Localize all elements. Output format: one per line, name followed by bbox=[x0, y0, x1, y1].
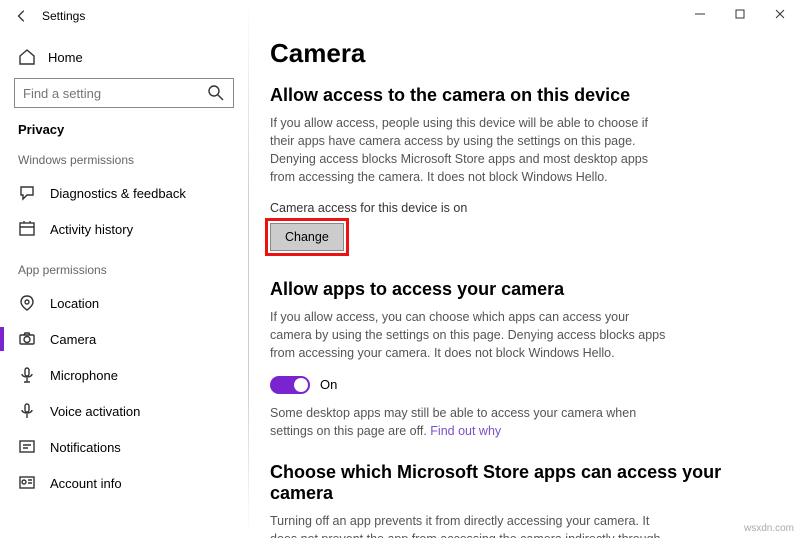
device-access-status: Camera access for this device is on bbox=[270, 201, 772, 215]
find-out-why-link[interactable]: Find out why bbox=[430, 424, 501, 438]
search-icon bbox=[207, 84, 225, 102]
nav-label: Diagnostics & feedback bbox=[50, 186, 186, 201]
section-allow-apps-desc: If you allow access, you can choose whic… bbox=[270, 308, 670, 362]
nav-activity-history[interactable]: Activity history bbox=[14, 211, 234, 247]
page-title: Camera bbox=[270, 38, 772, 69]
toggle-state-label: On bbox=[320, 377, 337, 392]
nav-microphone[interactable]: Microphone bbox=[14, 357, 234, 393]
nav-voice-activation[interactable]: Voice activation bbox=[14, 393, 234, 429]
nav-label: Location bbox=[50, 296, 99, 311]
divider bbox=[248, 0, 249, 538]
voice-icon bbox=[18, 402, 36, 420]
desktop-apps-note: Some desktop apps may still be able to a… bbox=[270, 404, 670, 440]
window-title: Settings bbox=[42, 9, 85, 23]
nav-account-info[interactable]: Account info bbox=[14, 465, 234, 501]
section-store-apps-desc: Turning off an app prevents it from dire… bbox=[270, 512, 670, 538]
nav-label: Notifications bbox=[50, 440, 121, 455]
notifications-icon bbox=[18, 438, 36, 456]
change-button[interactable]: Change bbox=[270, 223, 344, 251]
nav-label: Account info bbox=[50, 476, 122, 491]
section-allow-device: Allow access to the camera on this devic… bbox=[270, 85, 772, 106]
search-input[interactable] bbox=[23, 86, 207, 101]
nav-label: Activity history bbox=[50, 222, 133, 237]
main-content: Camera Allow access to the camera on thi… bbox=[248, 32, 800, 538]
home-nav[interactable]: Home bbox=[18, 48, 234, 66]
close-button[interactable] bbox=[760, 0, 800, 28]
group-app-permissions: App permissions bbox=[18, 263, 234, 277]
home-label: Home bbox=[48, 50, 83, 65]
nav-label: Voice activation bbox=[50, 404, 140, 419]
camera-icon bbox=[18, 330, 36, 348]
nav-label: Microphone bbox=[50, 368, 118, 383]
search-box[interactable] bbox=[14, 78, 234, 108]
nav-location[interactable]: Location bbox=[14, 285, 234, 321]
sidebar: Home Privacy Windows permissions Diagnos… bbox=[0, 32, 248, 538]
maximize-button[interactable] bbox=[720, 0, 760, 28]
section-allow-apps: Allow apps to access your camera bbox=[270, 279, 772, 300]
nav-label: Camera bbox=[50, 332, 96, 347]
apps-access-toggle[interactable] bbox=[270, 376, 310, 394]
location-icon bbox=[18, 294, 36, 312]
section-store-apps: Choose which Microsoft Store apps can ac… bbox=[270, 462, 772, 504]
nav-notifications[interactable]: Notifications bbox=[14, 429, 234, 465]
history-icon bbox=[18, 220, 36, 238]
group-windows-permissions: Windows permissions bbox=[18, 153, 234, 167]
section-allow-device-desc: If you allow access, people using this d… bbox=[270, 114, 670, 187]
microphone-icon bbox=[18, 366, 36, 384]
minimize-button[interactable] bbox=[680, 0, 720, 28]
feedback-icon bbox=[18, 184, 36, 202]
watermark: wsxdn.com bbox=[744, 523, 794, 534]
home-icon bbox=[18, 48, 36, 66]
nav-diagnostics[interactable]: Diagnostics & feedback bbox=[14, 175, 234, 211]
account-icon bbox=[18, 474, 36, 492]
section-privacy: Privacy bbox=[18, 122, 234, 137]
nav-camera[interactable]: Camera bbox=[14, 321, 234, 357]
back-button[interactable] bbox=[8, 2, 36, 30]
